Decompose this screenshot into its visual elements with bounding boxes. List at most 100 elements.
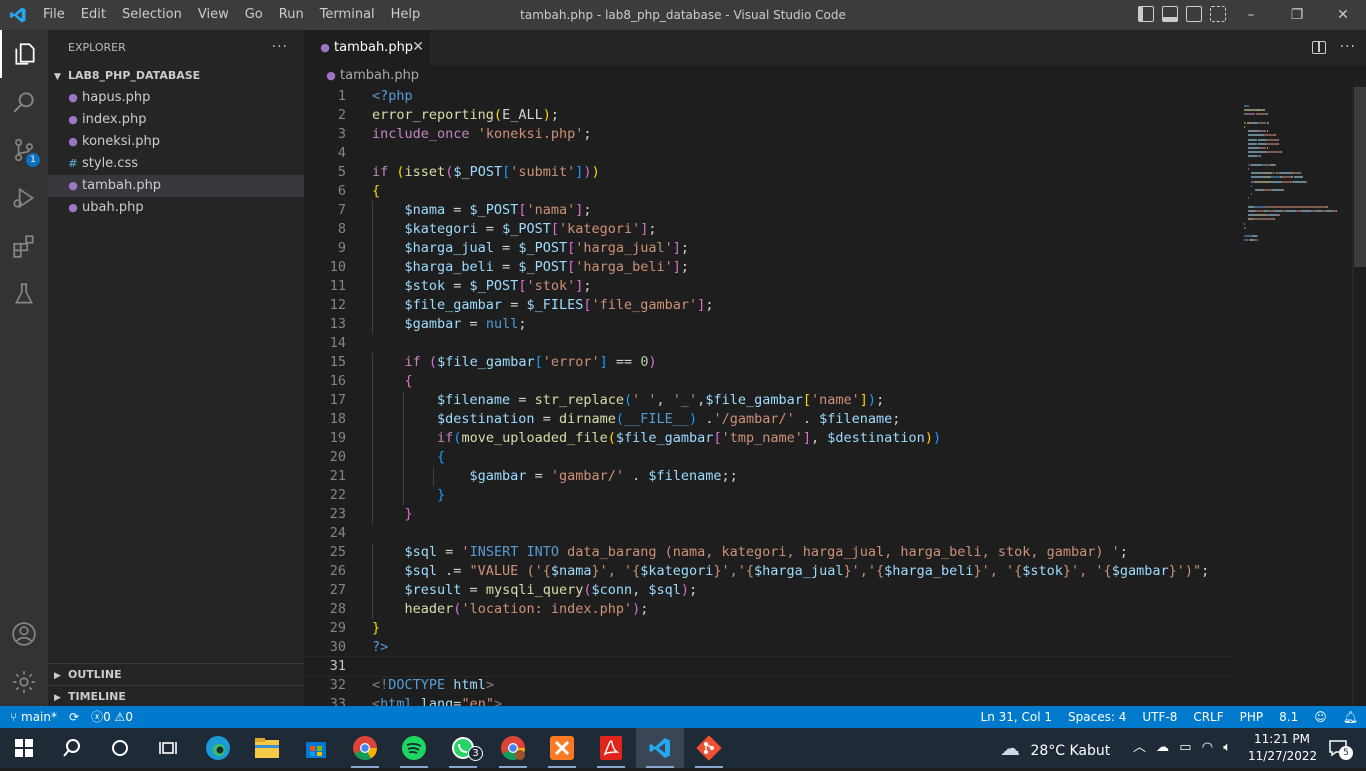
edge-icon[interactable] [194, 728, 242, 768]
split-editor-icon[interactable] [1312, 41, 1326, 54]
wifi-icon[interactable]: ◠ [1202, 740, 1213, 755]
explorer-icon[interactable] [0, 30, 48, 78]
weather-widget[interactable]: ☁ 28°C Kabut [1000, 728, 1110, 768]
feedback-icon[interactable]: ☺ [1314, 706, 1327, 728]
task-view-icon[interactable] [144, 728, 192, 768]
code-line[interactable]: 24 [304, 524, 1234, 543]
code-line[interactable]: 16 { [304, 372, 1234, 391]
code-line[interactable]: 12 $file_gambar = $_FILES['file_gambar']… [304, 296, 1234, 315]
code-line[interactable]: 13 $gambar = null; [304, 315, 1234, 334]
code-line[interactable]: 15 if ($file_gambar['error'] == 0) [304, 353, 1234, 372]
menu-run[interactable]: Run [271, 0, 312, 30]
code-line[interactable]: 26 $sql .= "VALUE ('{$nama}', '{$kategor… [304, 562, 1234, 581]
menu-view[interactable]: View [190, 0, 237, 30]
notifications-bell-icon[interactable]: 🔔︎ [1343, 706, 1358, 728]
code-line[interactable]: 6{ [304, 182, 1234, 201]
language-mode[interactable]: PHP [1240, 706, 1264, 728]
code-line[interactable]: 28 header('location: index.php'); [304, 600, 1234, 619]
code-line[interactable]: 9 $harga_jual = $_POST['harga_jual']; [304, 239, 1234, 258]
run-debug-icon[interactable] [0, 174, 48, 222]
restore-button[interactable]: ❐ [1274, 0, 1320, 30]
menu-help[interactable]: Help [383, 0, 429, 30]
code-line[interactable]: 8 $kategori = $_POST['kategori']; [304, 220, 1234, 239]
outline-section[interactable]: ▶ OUTLINE [48, 663, 304, 685]
code-line[interactable]: 23 } [304, 505, 1234, 524]
timeline-section[interactable]: ▶ TIMELINE [48, 685, 304, 707]
scrollbar-thumb[interactable] [1354, 87, 1366, 267]
branch-indicator[interactable]: ⑂ main* [10, 706, 57, 728]
search-icon[interactable] [0, 78, 48, 126]
code-line[interactable]: 5 if (isset($_POST['submit'])) [304, 163, 1234, 182]
onedrive-cloud-icon[interactable]: ☁ [1156, 740, 1169, 755]
volume-icon[interactable]: 🔈︎ [1223, 740, 1231, 755]
minimap[interactable] [1234, 87, 1352, 706]
code-line[interactable]: 10 $harga_beli = $_POST['harga_beli']; [304, 258, 1234, 277]
menu-selection[interactable]: Selection [114, 0, 190, 30]
manage-gear-icon[interactable] [0, 658, 48, 706]
whatsapp-icon[interactable]: 3 [439, 728, 487, 768]
testing-icon[interactable] [0, 270, 48, 318]
menu-go[interactable]: Go [237, 0, 271, 30]
explorer-more-actions[interactable]: ··· [272, 30, 288, 65]
code-line[interactable]: 4 [304, 144, 1234, 163]
clock[interactable]: 11:21 PM 11/27/2022 [1248, 731, 1317, 765]
tab-tambah-php[interactable]: ● tambah.php ✕ [304, 30, 430, 65]
code-line[interactable]: 20 { [304, 448, 1234, 467]
code-line[interactable]: 2 error_reporting(E_ALL); [304, 106, 1234, 125]
editor-more-actions[interactable]: ··· [1340, 30, 1356, 65]
code-line[interactable]: 27 $result = mysqli_query($conn, $sql); [304, 581, 1234, 600]
account-icon[interactable] [0, 610, 48, 658]
code-line[interactable]: 22 } [304, 486, 1234, 505]
cursor-position[interactable]: Ln 31, Col 1 [981, 706, 1053, 728]
close-tab-icon[interactable]: ✕ [412, 30, 424, 65]
code-line[interactable]: 14 [304, 334, 1234, 353]
acrobat-icon[interactable] [587, 728, 635, 768]
php-version[interactable]: 8.1 [1279, 706, 1298, 728]
folder-header[interactable]: ▼ LAB8_PHP_DATABASE [48, 65, 304, 87]
git-icon[interactable] [685, 728, 733, 768]
code-line[interactable]: 32 <!DOCTYPE html> [304, 676, 1234, 695]
cortana-icon[interactable] [96, 728, 144, 768]
code-line[interactable]: 7 $nama = $_POST['nama']; [304, 201, 1234, 220]
spotify-icon[interactable] [390, 728, 438, 768]
file-item-index[interactable]: ● index.php [48, 109, 304, 131]
chrome-icon[interactable] [341, 728, 389, 768]
toggle-primary-sidebar-icon[interactable] [1138, 6, 1154, 22]
minimize-button[interactable]: – [1228, 0, 1274, 30]
breadcrumb[interactable]: ● tambah.php [304, 65, 1366, 87]
xampp-icon[interactable] [538, 728, 586, 768]
code-line[interactable]: 25 $sql = 'INSERT INTO data_barang (nama… [304, 543, 1234, 562]
file-explorer-icon[interactable] [243, 728, 291, 768]
code-line[interactable]: 3 include_once 'koneksi.php'; [304, 125, 1234, 144]
vscode-icon[interactable] [636, 728, 684, 768]
indentation[interactable]: Spaces: 4 [1068, 706, 1126, 728]
code-view[interactable]: 1 <?php 2 error_reporting(E_ALL); 3 include_o… [304, 87, 1234, 706]
problems-indicator[interactable]: ⓧ0 ⚠0 [91, 706, 133, 728]
code-line[interactable]: 1 <?php [304, 87, 1234, 106]
file-item-koneksi[interactable]: ● koneksi.php [48, 131, 304, 153]
encoding[interactable]: UTF-8 [1142, 706, 1177, 728]
file-item-ubah[interactable]: ● ubah.php [48, 197, 304, 219]
chrome-profile-icon[interactable] [489, 728, 537, 768]
action-center-icon[interactable]: 5 [1318, 728, 1358, 768]
extensions-icon[interactable] [0, 222, 48, 270]
code-line[interactable]: 33 <html lang="en"> [304, 695, 1234, 706]
vertical-scrollbar[interactable] [1352, 87, 1366, 706]
microsoft-store-icon[interactable] [292, 728, 340, 768]
source-control-icon[interactable]: 1 [0, 126, 48, 174]
code-line[interactable]: 29} [304, 619, 1234, 638]
menu-edit[interactable]: Edit [73, 0, 114, 30]
code-line[interactable]: 31 [304, 656, 1234, 677]
show-hidden-icons[interactable]: ︿ [1133, 740, 1146, 755]
sync-icon[interactable]: ⟳ [69, 706, 79, 728]
windows-start-icon[interactable] [0, 728, 48, 768]
search-icon[interactable] [48, 728, 96, 768]
toggle-secondary-sidebar-icon[interactable] [1186, 6, 1202, 22]
code-line[interactable]: 30 ?> [304, 638, 1234, 657]
code-line[interactable]: 18 $destination = dirname(__FILE__) .'/g… [304, 410, 1234, 429]
code-line[interactable]: 11 $stok = $_POST['stok']; [304, 277, 1234, 296]
end-of-line[interactable]: CRLF [1193, 706, 1223, 728]
code-line[interactable]: 17 $filename = str_replace(' ', '_',$fil… [304, 391, 1234, 410]
menu-terminal[interactable]: Terminal [312, 0, 383, 30]
file-item-hapus[interactable]: ● hapus.php [48, 87, 304, 109]
